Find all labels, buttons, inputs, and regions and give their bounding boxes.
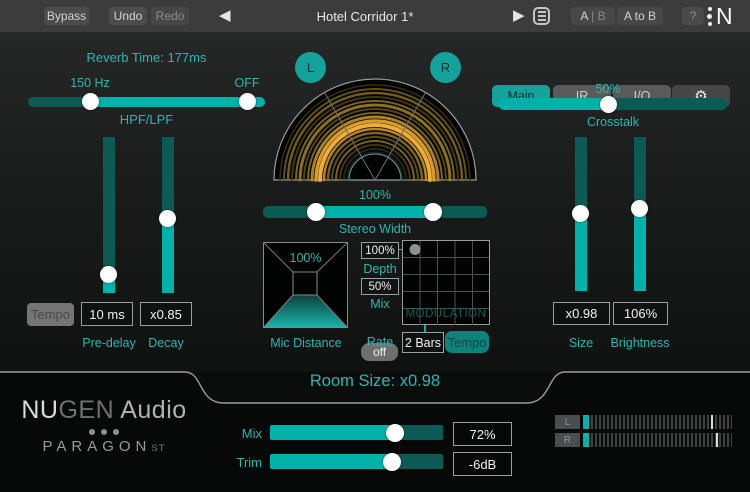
- brand-wordmark: NUGEN Audio: [8, 396, 200, 425]
- paragon-plugin-window: Bypass Undo Redo ◀ Hotel Corridor 1* ▶ A…: [0, 0, 750, 492]
- meter-left: [583, 415, 732, 429]
- undo-button[interactable]: Undo: [109, 7, 147, 25]
- mod-mix-label: Mix: [358, 297, 402, 311]
- room-size-readout: Room Size: x0.98: [225, 372, 525, 391]
- preset-title: Hotel Corridor 1*: [270, 9, 460, 24]
- brightness-label: Brightness: [590, 336, 690, 350]
- mic-distance-label: Mic Distance: [256, 336, 356, 350]
- crosstalk-label: Crosstalk: [553, 115, 673, 129]
- mix-label: Mix: [224, 426, 262, 441]
- ab-b-label: B: [598, 9, 606, 23]
- nugen-logo[interactable]: N: [707, 4, 733, 28]
- bypass-button[interactable]: Bypass: [44, 7, 89, 25]
- mod-tempo-toggle[interactable]: Tempo: [445, 331, 489, 353]
- main-panel: Reverb Time: 177ms 150 Hz OFF HPF/LPF Te…: [0, 32, 750, 372]
- reverb-time-readout: Reverb Time: 177ms: [28, 50, 265, 65]
- reverb-radar-display: [269, 76, 481, 182]
- meter-right: [583, 433, 732, 447]
- a-to-b-button[interactable]: A to B: [617, 7, 663, 25]
- mix-handle[interactable]: [386, 424, 404, 442]
- stereo-width-left-handle[interactable]: [307, 203, 325, 221]
- top-toolbar: Bypass Undo Redo ◀ Hotel Corridor 1* ▶ A…: [0, 0, 750, 32]
- predelay-handle[interactable]: [100, 266, 117, 283]
- trim-handle[interactable]: [383, 453, 401, 471]
- stereo-width-value: 100%: [330, 188, 420, 202]
- modulation-grid[interactable]: [402, 240, 490, 332]
- decay-handle[interactable]: [159, 210, 176, 227]
- lpf-value: OFF: [217, 76, 277, 90]
- ab-a-label: A: [580, 9, 587, 23]
- mod-tempo-division-box[interactable]: 2 Bars: [402, 332, 444, 353]
- mix-slider[interactable]: [270, 425, 443, 440]
- meter-left-peak: [711, 415, 713, 429]
- mod-mix-value-box[interactable]: 50%: [361, 278, 399, 295]
- size-value-box[interactable]: x0.98: [553, 302, 610, 325]
- meter-right-peak: [716, 433, 718, 447]
- stereo-width-slider[interactable]: [263, 206, 487, 218]
- brightness-value-box[interactable]: 106%: [613, 302, 668, 325]
- lpf-handle[interactable]: [239, 93, 256, 110]
- redo-button[interactable]: Redo: [151, 7, 189, 25]
- hpf-lpf-slider[interactable]: [28, 97, 265, 107]
- crosstalk-handle[interactable]: [600, 96, 617, 113]
- brand-dots-icon: [8, 429, 200, 435]
- ab-separator: |: [591, 9, 594, 23]
- help-button[interactable]: ?: [682, 7, 704, 25]
- product-name: PARAGONST: [8, 438, 200, 455]
- meter-left-signal: [583, 415, 589, 429]
- decay-value-box[interactable]: x0.85: [140, 302, 192, 326]
- next-preset-icon[interactable]: ▶: [513, 6, 525, 26]
- stereo-width-right-handle[interactable]: [424, 203, 442, 221]
- size-handle[interactable]: [572, 205, 589, 222]
- brightness-handle[interactable]: [631, 200, 648, 217]
- trim-slider[interactable]: [270, 454, 443, 469]
- nugen-logo-dots-icon: [707, 7, 712, 26]
- mod-depth-node[interactable]: [410, 244, 421, 255]
- meter-right-label: R: [555, 433, 580, 447]
- preset-list-icon[interactable]: [533, 7, 550, 25]
- mod-depth-value-box[interactable]: 100%: [361, 242, 399, 259]
- ab-compare-button[interactable]: A | B: [571, 7, 615, 25]
- hpf-handle[interactable]: [82, 93, 99, 110]
- mic-distance-value: 100%: [263, 251, 348, 265]
- mod-rate-label: Rate: [358, 335, 402, 349]
- filter-label: HPF/LPF: [28, 112, 265, 127]
- decay-label: Decay: [126, 336, 206, 350]
- nugen-logo-letter: N: [716, 4, 733, 28]
- trim-value-box[interactable]: -6dB: [453, 452, 512, 476]
- mod-depth-label: Depth: [358, 262, 402, 276]
- stereo-width-label: Stereo Width: [300, 222, 450, 236]
- meter-right-signal: [583, 433, 589, 447]
- brand-logo[interactable]: NUGEN Audio PARAGONST: [8, 396, 200, 455]
- crosstalk-value: 50%: [588, 82, 628, 96]
- previous-preset-icon[interactable]: ◀: [219, 6, 231, 26]
- predelay-value-box[interactable]: 10 ms: [81, 302, 133, 326]
- hpf-value: 150 Hz: [60, 76, 120, 90]
- predelay-tempo-button[interactable]: Tempo: [27, 303, 74, 326]
- mix-value-box[interactable]: 72%: [453, 422, 512, 446]
- trim-label: Trim: [224, 455, 262, 470]
- meter-left-label: L: [555, 415, 580, 429]
